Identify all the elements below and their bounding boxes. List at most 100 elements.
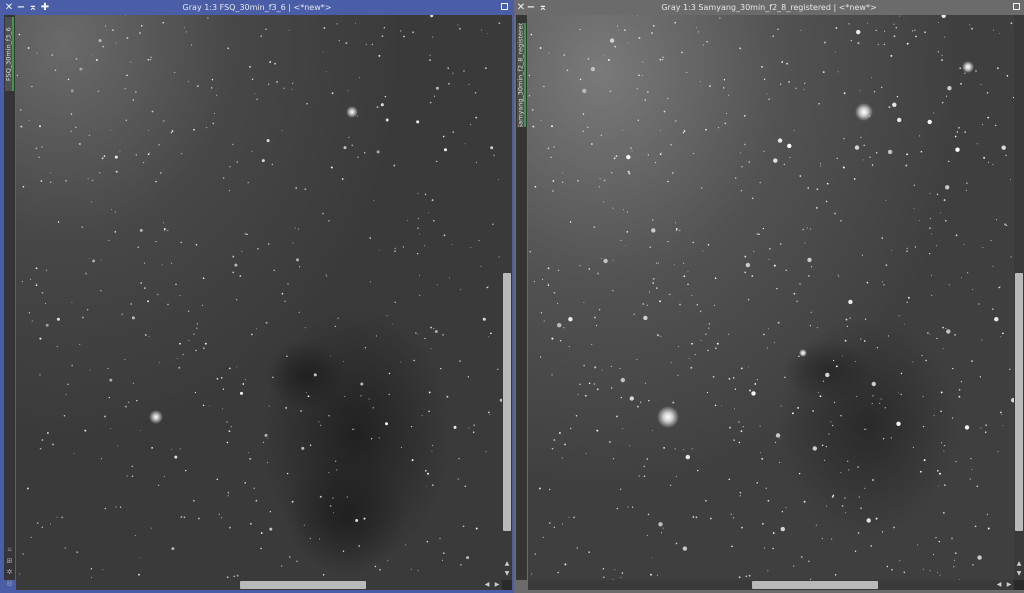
vertical-scroll-thumb[interactable] [503,273,511,531]
scroll-down-arrow-icon[interactable]: ▼ [502,570,512,578]
star [416,120,420,124]
pin-icon[interactable]: ⌑ [6,547,13,554]
star [108,396,110,399]
shade-icon[interactable]: ⌅ [538,2,548,13]
star [937,51,940,53]
star [568,516,570,518]
scroll-down-arrow-icon[interactable]: ▼ [1014,570,1024,578]
title-bar[interactable]: Gray 1:3 FSQ_30min_f3_6 | <*new*> ✕ − ⌅ … [0,0,514,15]
star [332,497,334,499]
star [216,377,219,380]
scroll-right-arrow-icon[interactable]: ▶ [492,581,502,589]
star [840,472,842,474]
star [102,45,105,48]
star [781,510,784,513]
vertical-scroll-thumb[interactable] [1015,273,1023,531]
star [579,78,582,81]
scroll-up-arrow-icon[interactable]: ▲ [502,560,512,568]
image-window-left[interactable]: Gray 1:3 FSQ_30min_f3_6 | <*new*> ✕ − ⌅ … [0,0,514,593]
image-window-right[interactable]: Gray 1:3 Samyang_30min_f2_8_registered |… [514,0,1024,593]
star [291,88,293,90]
star [646,304,648,306]
maximize-icon[interactable] [1013,3,1020,10]
star [748,366,750,368]
identifier-tab[interactable]: FSQ_30min_f3_6 [5,17,14,91]
star [417,218,419,220]
vertical-scrollbar[interactable]: ▲ ▼ [1014,15,1024,580]
scroll-left-arrow-icon[interactable]: ◀ [994,581,1004,589]
horizontal-scroll-thumb[interactable] [752,581,878,589]
star [561,181,564,183]
star [810,228,812,230]
star [111,209,112,211]
star [582,113,585,115]
star [639,401,642,404]
star [992,265,994,267]
star [132,99,135,101]
star [100,458,103,460]
star [204,342,207,345]
maximize-icon[interactable] [501,3,508,10]
star [978,303,980,305]
identifier-tab[interactable]: Samyang_30min_f2_8_registered [517,23,526,127]
star [818,103,820,105]
close-icon[interactable]: ✕ [4,2,14,13]
star [131,475,134,478]
star [646,90,649,93]
grid-icon[interactable]: ⊞ [6,558,13,565]
pin-icon[interactable]: ✚ [40,2,50,13]
horizontal-scroll-thumb[interactable] [240,581,366,589]
star [787,143,792,149]
star [443,552,445,554]
close-icon[interactable]: ✕ [516,2,526,13]
star [90,201,92,203]
star [938,22,939,23]
star [70,113,73,115]
minimize-icon[interactable]: − [526,2,536,13]
star [286,355,288,358]
circle-icon[interactable]: ◎ [6,580,13,587]
shade-icon[interactable]: ⌅ [28,2,38,13]
star [232,143,234,146]
star [561,457,563,459]
vertical-scrollbar[interactable]: ▲ ▼ [502,15,512,580]
star [866,518,871,523]
gear-icon[interactable]: ✲ [6,569,13,576]
star [948,160,950,163]
star [931,233,932,235]
star [952,367,954,370]
scroll-right-arrow-icon[interactable]: ▶ [1004,581,1014,589]
star [831,538,833,540]
star [126,37,129,39]
star [442,135,445,138]
star [954,334,956,336]
star [558,432,561,434]
star [550,156,552,159]
minimize-icon[interactable]: − [16,2,26,13]
star [358,545,361,547]
scroll-left-arrow-icon[interactable]: ◀ [482,581,492,589]
star [481,29,483,31]
star [747,298,750,301]
horizontal-scrollbar[interactable]: ◀ ▶ [16,580,502,590]
star [244,378,247,381]
star [253,487,255,489]
image-viewport[interactable] [528,15,1014,580]
star [841,355,843,357]
star [976,143,978,145]
star [424,337,426,340]
star [265,28,267,31]
star [942,348,944,350]
star [30,278,32,280]
star [740,526,743,529]
horizontal-scrollbar[interactable]: ◀ ▶ [528,580,1014,590]
star [534,185,537,188]
image-viewport[interactable] [16,15,502,580]
star [342,360,344,362]
star [848,23,850,25]
title-bar[interactable]: Gray 1:3 Samyang_30min_f2_8_registered |… [514,0,1024,15]
star [260,547,262,550]
star [363,152,366,154]
scroll-up-arrow-icon[interactable]: ▲ [1014,560,1024,568]
star [835,51,836,53]
